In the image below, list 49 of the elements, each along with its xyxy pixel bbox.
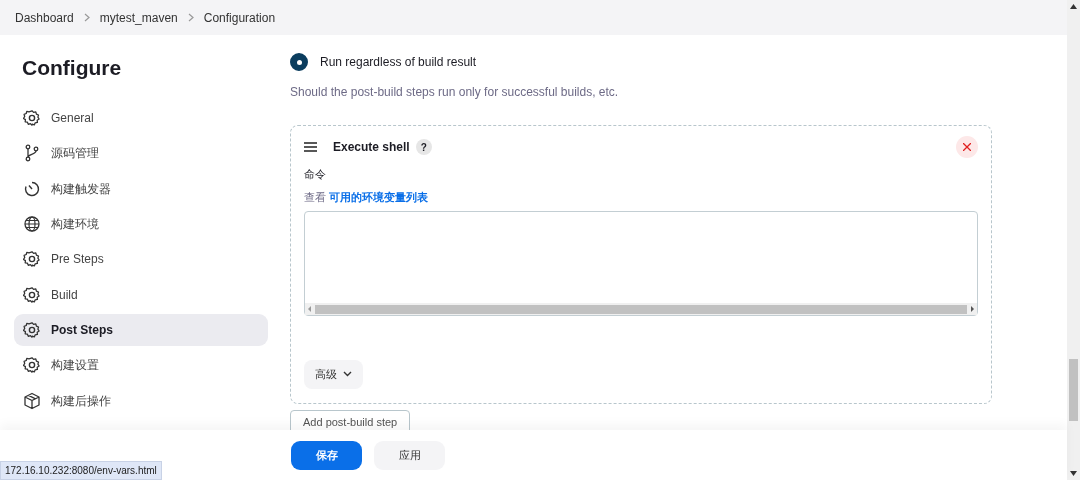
scroll-up-icon[interactable] [1070,4,1077,9]
gear-icon [23,320,41,339]
sidebar-item[interactable]: Build [14,278,268,311]
drag-handle-icon[interactable] [304,142,317,152]
scroll-down-icon[interactable] [1070,471,1077,476]
advanced-button[interactable]: 高级 [304,360,363,389]
gear-icon [23,109,41,128]
clock-icon [23,179,41,198]
branch-icon [23,144,41,163]
env-vars-link[interactable]: 可用的环境变量列表 [329,190,429,203]
save-button[interactable]: 保存 [291,440,362,470]
hint-text: 查看 [304,190,326,203]
vertical-scrollbar[interactable] [1067,0,1080,480]
close-button[interactable] [956,136,978,158]
apply-button[interactable]: 应用 [374,440,445,470]
scroll-right-icon[interactable] [969,306,975,312]
sidebar-item[interactable]: Pre Steps [14,243,268,276]
close-icon [963,143,971,151]
sidebar-item[interactable]: 源码管理 [14,137,268,170]
page-title: Configure [22,55,123,81]
description-text: Should the post-build steps run only for successful builds, etc. [290,84,620,101]
chevron-icon [83,13,90,22]
step-title: Execute shell [333,139,410,156]
radio-label: Run regardless of build result [320,54,477,71]
breadcrumb-link[interactable]: Configuration [203,8,276,27]
gear-icon [23,285,41,304]
sidebar-item[interactable]: Post Steps [14,313,268,346]
globe-icon [23,215,41,234]
breadcrumb-link[interactable]: Dashboard [15,8,74,27]
status-url: 172.16.10.232:8080/env-vars.html [0,461,162,480]
scrollbar-thumb[interactable] [315,304,967,314]
sidebar-item[interactable]: General [14,102,268,135]
chevron-down-icon [343,371,352,378]
chevron-icon [187,13,194,22]
breadcrumb-link[interactable]: mytest_maven [99,8,178,27]
sidebar-item[interactable]: 构建触发器 [14,172,268,205]
horizontal-scrollbar[interactable] [305,303,977,315]
scrollbar-thumb[interactable] [1069,359,1078,421]
help-button[interactable]: ? [415,139,432,155]
sidebar-item[interactable]: 构建后操作 [14,384,268,417]
sidebar-item[interactable]: 构建环境 [14,208,268,241]
radio-button[interactable] [290,53,308,71]
scroll-left-icon[interactable] [307,306,313,312]
field-label: 命令 [304,167,327,182]
add-step-button[interactable]: Add post-build step [290,409,411,430]
gear-icon [23,250,41,269]
gear-icon [23,356,41,375]
package-icon [23,391,41,410]
sidebar-item[interactable]: 构建设置 [14,349,268,382]
